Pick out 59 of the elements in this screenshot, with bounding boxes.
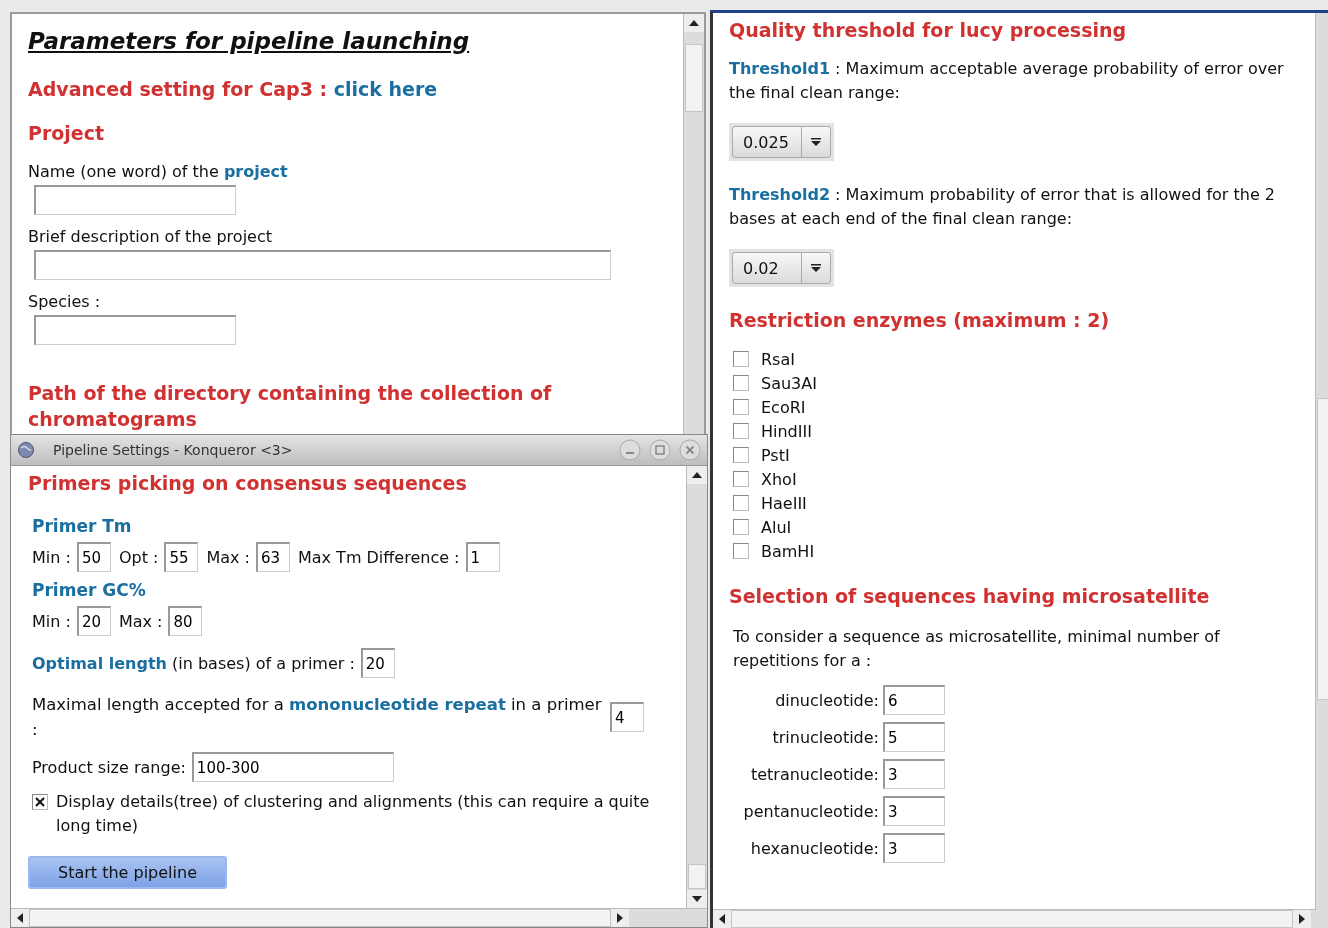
text-field[interactable]: 100-300 — [191, 752, 394, 782]
enzyme-label: XhoI — [761, 469, 797, 489]
number-field[interactable]: 3 — [883, 833, 945, 863]
section-heading: Advanced setting for Cap3 : — [28, 78, 328, 100]
field-label: tetranucleotide: — [749, 764, 879, 784]
microsatellite-description: To consider a sequence as microsatellite, minimal number of repetitions for a : — [733, 626, 1221, 672]
number-field[interactable]: 80 — [168, 606, 203, 636]
threshold-description: Threshold1 : Maximum acceptable average probability of error over the final clean range: — [729, 58, 1285, 104]
number-field[interactable]: 3 — [883, 796, 945, 826]
number-field[interactable]: 4 — [610, 702, 644, 732]
enzyme-label: BamHI — [761, 541, 815, 561]
number-field[interactable]: 50 — [76, 542, 111, 572]
number-field[interactable]: 6 — [883, 685, 945, 715]
window-title: Pipeline Settings - Konqueror <3> — [53, 442, 294, 458]
enzyme-label: HindIII — [761, 421, 812, 441]
field-label: trinucleotide: — [771, 727, 879, 747]
checkbox-label: Display details(tree) of clustering and alignments (this can require a quite long time) — [56, 791, 651, 837]
field-label: Opt : — [118, 547, 159, 567]
page-title: Parameters for pipeline launching — [28, 28, 470, 54]
number-field[interactable]: 3 — [883, 759, 945, 789]
threshold-description: Threshold2 : Maximum probability of error that is allowed for the 2 bases at each end of the final clean range: — [729, 184, 1276, 230]
field-label: Product size range: — [32, 757, 186, 777]
field-label: hexanucleotide: — [749, 838, 879, 858]
threshold-dropdown[interactable]: 0.025 — [732, 126, 831, 158]
section-heading: Primers picking on consensus sequences — [28, 472, 468, 494]
enzyme-label: RsaI — [761, 349, 795, 369]
section-heading: Restriction enzymes (maximum : 2) — [729, 309, 1111, 331]
field-label: Min : — [32, 611, 71, 631]
number-field[interactable]: 1 — [465, 542, 500, 572]
number-field[interactable]: 5 — [883, 722, 945, 752]
click-here-link[interactable]: click here — [333, 78, 438, 100]
enzyme-label: AluI — [761, 517, 792, 537]
field-label: Name (one word) of the project — [28, 162, 289, 181]
field-label: Max Tm Difference : — [297, 547, 460, 567]
enzyme-label: PstI — [761, 445, 790, 465]
field-label: Max : — [118, 611, 163, 631]
number-field[interactable]: 20 — [76, 606, 111, 636]
enzyme-label: EcoRI — [761, 397, 806, 417]
enzyme-label: Sau3AI — [761, 373, 817, 393]
field-label: Optimal length (in bases) of a primer : — [32, 653, 355, 673]
section-heading: Selection of sequences having microsatellite — [729, 585, 1211, 607]
field-label: Max : — [206, 547, 250, 567]
subsection-heading: Primer Tm — [32, 516, 133, 536]
enzyme-label: HaeIII — [761, 493, 807, 513]
field-label: Min : — [32, 547, 71, 567]
field-label: Species : — [28, 292, 102, 311]
field-label: Brief description of the project — [28, 227, 273, 246]
number-field[interactable]: 63 — [255, 542, 290, 572]
section-heading: Path of the directory containing the collection of chromatograms — [28, 381, 553, 432]
number-field[interactable]: 20 — [360, 648, 395, 678]
field-label: Maximal length accepted for a mononucleotide repeat in a primer : — [32, 694, 603, 741]
subsection-heading: Primer GC% — [32, 580, 147, 600]
field-label: pentanucleotide: — [742, 801, 879, 821]
section-heading: Quality threshold for lucy processing — [729, 19, 1128, 41]
section-heading: Project — [28, 122, 106, 144]
threshold-dropdown[interactable]: 0.02 — [732, 252, 831, 284]
field-label: dinucleotide: — [774, 690, 879, 710]
start-button[interactable]: Start the pipeline — [28, 856, 227, 889]
number-field[interactable]: 55 — [164, 542, 199, 572]
